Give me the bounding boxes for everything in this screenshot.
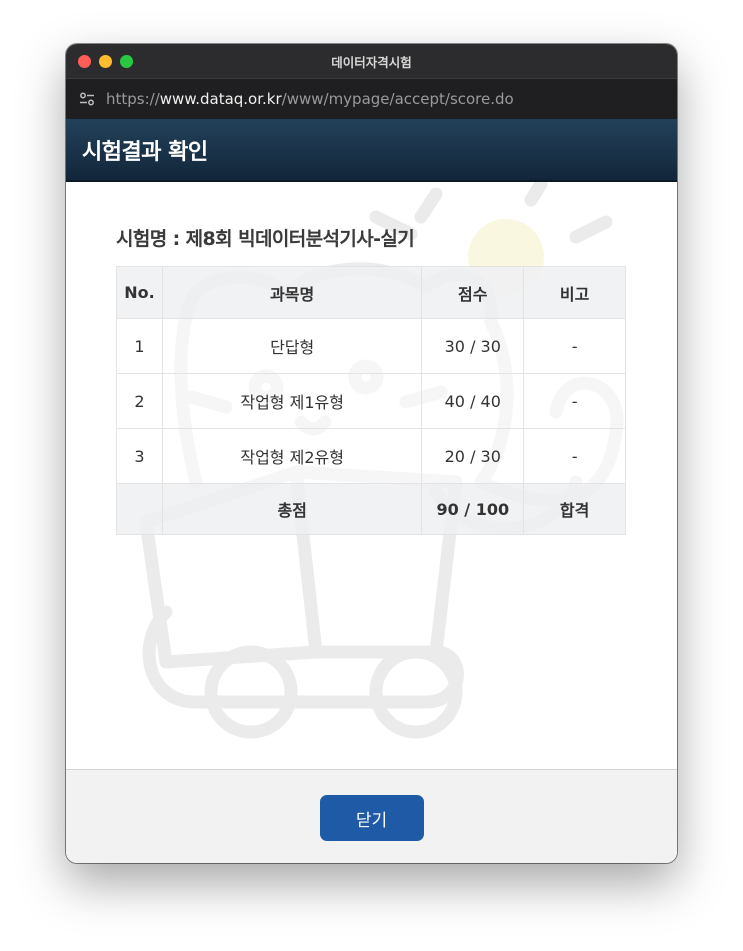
site-settings-icon[interactable] (78, 90, 96, 108)
total-score: 90 / 100 (421, 483, 525, 535)
minimize-window-button[interactable] (99, 55, 112, 68)
column-header-note: 비고 (523, 266, 626, 319)
column-header-no: No. (116, 266, 163, 319)
row-subject: 단답형 (161, 318, 423, 374)
table-header-row: No. 과목명 점수 비고 (116, 266, 626, 319)
table-row: 1 단답형 30 / 30 - (116, 318, 626, 374)
row-no: 3 (116, 428, 163, 484)
url-host: www.dataq.or.kr (159, 90, 282, 108)
browser-window: 데이터자격시험 https://www.dataq.or.kr/www/mypa… (66, 44, 677, 863)
score-table: No. 과목명 점수 비고 1 단답형 30 / 30 - 2 작업형 제1유형… (116, 266, 626, 535)
url-path: /www/mypage/accept/score.do (281, 90, 514, 108)
exam-name: 시험명 : 제8회 빅데이터분석기사-실기 (116, 228, 415, 250)
table-row: 2 작업형 제1유형 40 / 40 - (116, 373, 626, 429)
zoom-window-button[interactable] (120, 55, 133, 68)
url-bar[interactable]: https://www.dataq.or.kr/www/mypage/accep… (66, 78, 677, 119)
row-score: 20 / 30 (421, 428, 525, 484)
page-title: 시험결과 확인 (82, 139, 208, 165)
traffic-lights (78, 55, 133, 68)
row-note: - (523, 318, 626, 374)
close-window-button[interactable] (78, 55, 91, 68)
pass-result: 합격 (523, 483, 626, 535)
total-empty-cell (116, 483, 163, 535)
total-row: 총점 90 / 100 합격 (116, 483, 626, 535)
row-note: - (523, 373, 626, 429)
result-content: 시험명 : 제8회 빅데이터분석기사-실기 No. 과목명 점수 비고 1 단답… (66, 182, 677, 769)
title-bar: 데이터자격시험 (66, 44, 677, 78)
page-header: 시험결과 확인 (66, 119, 677, 182)
table-row: 3 작업형 제2유형 20 / 30 - (116, 428, 626, 484)
row-score: 30 / 30 (421, 318, 525, 374)
row-subject: 작업형 제2유형 (161, 428, 423, 484)
url-text[interactable]: https://www.dataq.or.kr/www/mypage/accep… (106, 90, 514, 108)
row-score: 40 / 40 (421, 373, 525, 429)
window-title: 데이터자격시험 (331, 54, 412, 70)
column-header-subject: 과목명 (161, 266, 423, 319)
row-no: 1 (116, 318, 163, 374)
url-scheme: https:// (106, 90, 160, 108)
total-label: 총점 (161, 483, 423, 535)
close-button[interactable]: 닫기 (319, 795, 424, 841)
row-subject: 작업형 제1유형 (161, 373, 423, 429)
row-note: - (523, 428, 626, 484)
column-header-score: 점수 (421, 266, 525, 319)
dialog-footer: 닫기 (66, 769, 677, 863)
row-no: 2 (116, 373, 163, 429)
